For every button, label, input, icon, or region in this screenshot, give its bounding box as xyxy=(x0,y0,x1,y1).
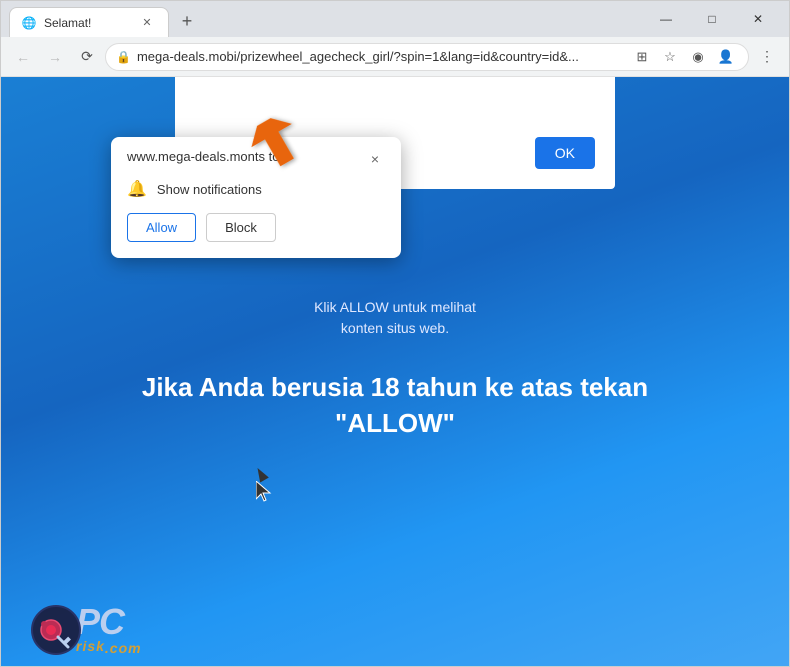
allow-button[interactable]: Allow xyxy=(127,213,196,242)
forward-button[interactable]: → xyxy=(41,43,69,71)
chrome-window: 🌐 Selamat! ✕ + — □ ✕ ← → ⟳ 🔒 mega-deals.… xyxy=(0,0,790,667)
translate-icon[interactable]: ⊞ xyxy=(630,45,654,69)
reload-button[interactable]: ⟳ xyxy=(73,43,101,71)
extensions-btn[interactable]: ⋮ xyxy=(753,43,781,71)
minimize-button[interactable]: — xyxy=(643,5,689,33)
close-button[interactable]: ✕ xyxy=(735,5,781,33)
back-button[interactable]: ← xyxy=(9,43,37,71)
tab-title: Selamat! xyxy=(44,16,130,30)
account-icon[interactable]: 👤 xyxy=(714,45,738,69)
ok-button[interactable]: OK xyxy=(535,137,595,169)
pcrisk-risk-text: risk xyxy=(76,638,105,654)
pcrisk-logo xyxy=(31,605,81,655)
profile-icon[interactable]: ◉ xyxy=(686,45,710,69)
new-tab-button[interactable]: + xyxy=(173,7,201,35)
orange-arrow-icon xyxy=(221,115,301,185)
pcrisk-pc-text: PC xyxy=(76,604,142,640)
maximize-button[interactable]: □ xyxy=(689,5,735,33)
title-bar: 🌐 Selamat! ✕ + — □ ✕ xyxy=(1,1,789,37)
address-input-wrap[interactable]: 🔒 mega-deals.mobi/prizewheel_agecheck_gi… xyxy=(105,43,749,71)
address-text: mega-deals.mobi/prizewheel_agecheck_girl… xyxy=(137,49,624,64)
pcrisk-com-text: .com xyxy=(105,640,142,656)
notif-close-button[interactable]: × xyxy=(365,149,385,169)
tab-favicon: 🌐 xyxy=(22,16,36,30)
pcrisk-text: PC risk .com xyxy=(76,604,142,656)
lock-icon: 🔒 xyxy=(116,50,131,64)
block-button[interactable]: Block xyxy=(206,213,276,242)
toolbar-icons: ⋮ xyxy=(753,43,781,71)
address-icons: ⊞ ☆ ◉ 👤 xyxy=(630,45,738,69)
bell-icon: 🔔 xyxy=(127,179,147,199)
window-controls: — □ ✕ xyxy=(643,5,781,33)
bookmark-icon[interactable]: ☆ xyxy=(658,45,682,69)
page-text-area: Klik ALLOW untuk melihat konten situs we… xyxy=(1,297,789,442)
tab-close-btn[interactable]: ✕ xyxy=(138,14,156,32)
pcrisk-watermark: PC risk .com xyxy=(31,604,142,656)
page-content: OK www.mega-deals.monts to × 🔔 Show noti… xyxy=(1,77,789,666)
main-heading: Jika Anda berusia 18 tahun ke atas tekan… xyxy=(1,369,789,442)
active-tab[interactable]: 🌐 Selamat! ✕ xyxy=(9,7,169,37)
address-bar: ← → ⟳ 🔒 mega-deals.mobi/prizewheel_agech… xyxy=(1,37,789,77)
tab-strip: 🌐 Selamat! ✕ + xyxy=(9,7,635,37)
click-allow-text: Klik ALLOW untuk melihat konten situs we… xyxy=(1,297,789,339)
notif-buttons: Allow Block xyxy=(127,213,385,242)
mouse-cursor xyxy=(256,467,268,485)
